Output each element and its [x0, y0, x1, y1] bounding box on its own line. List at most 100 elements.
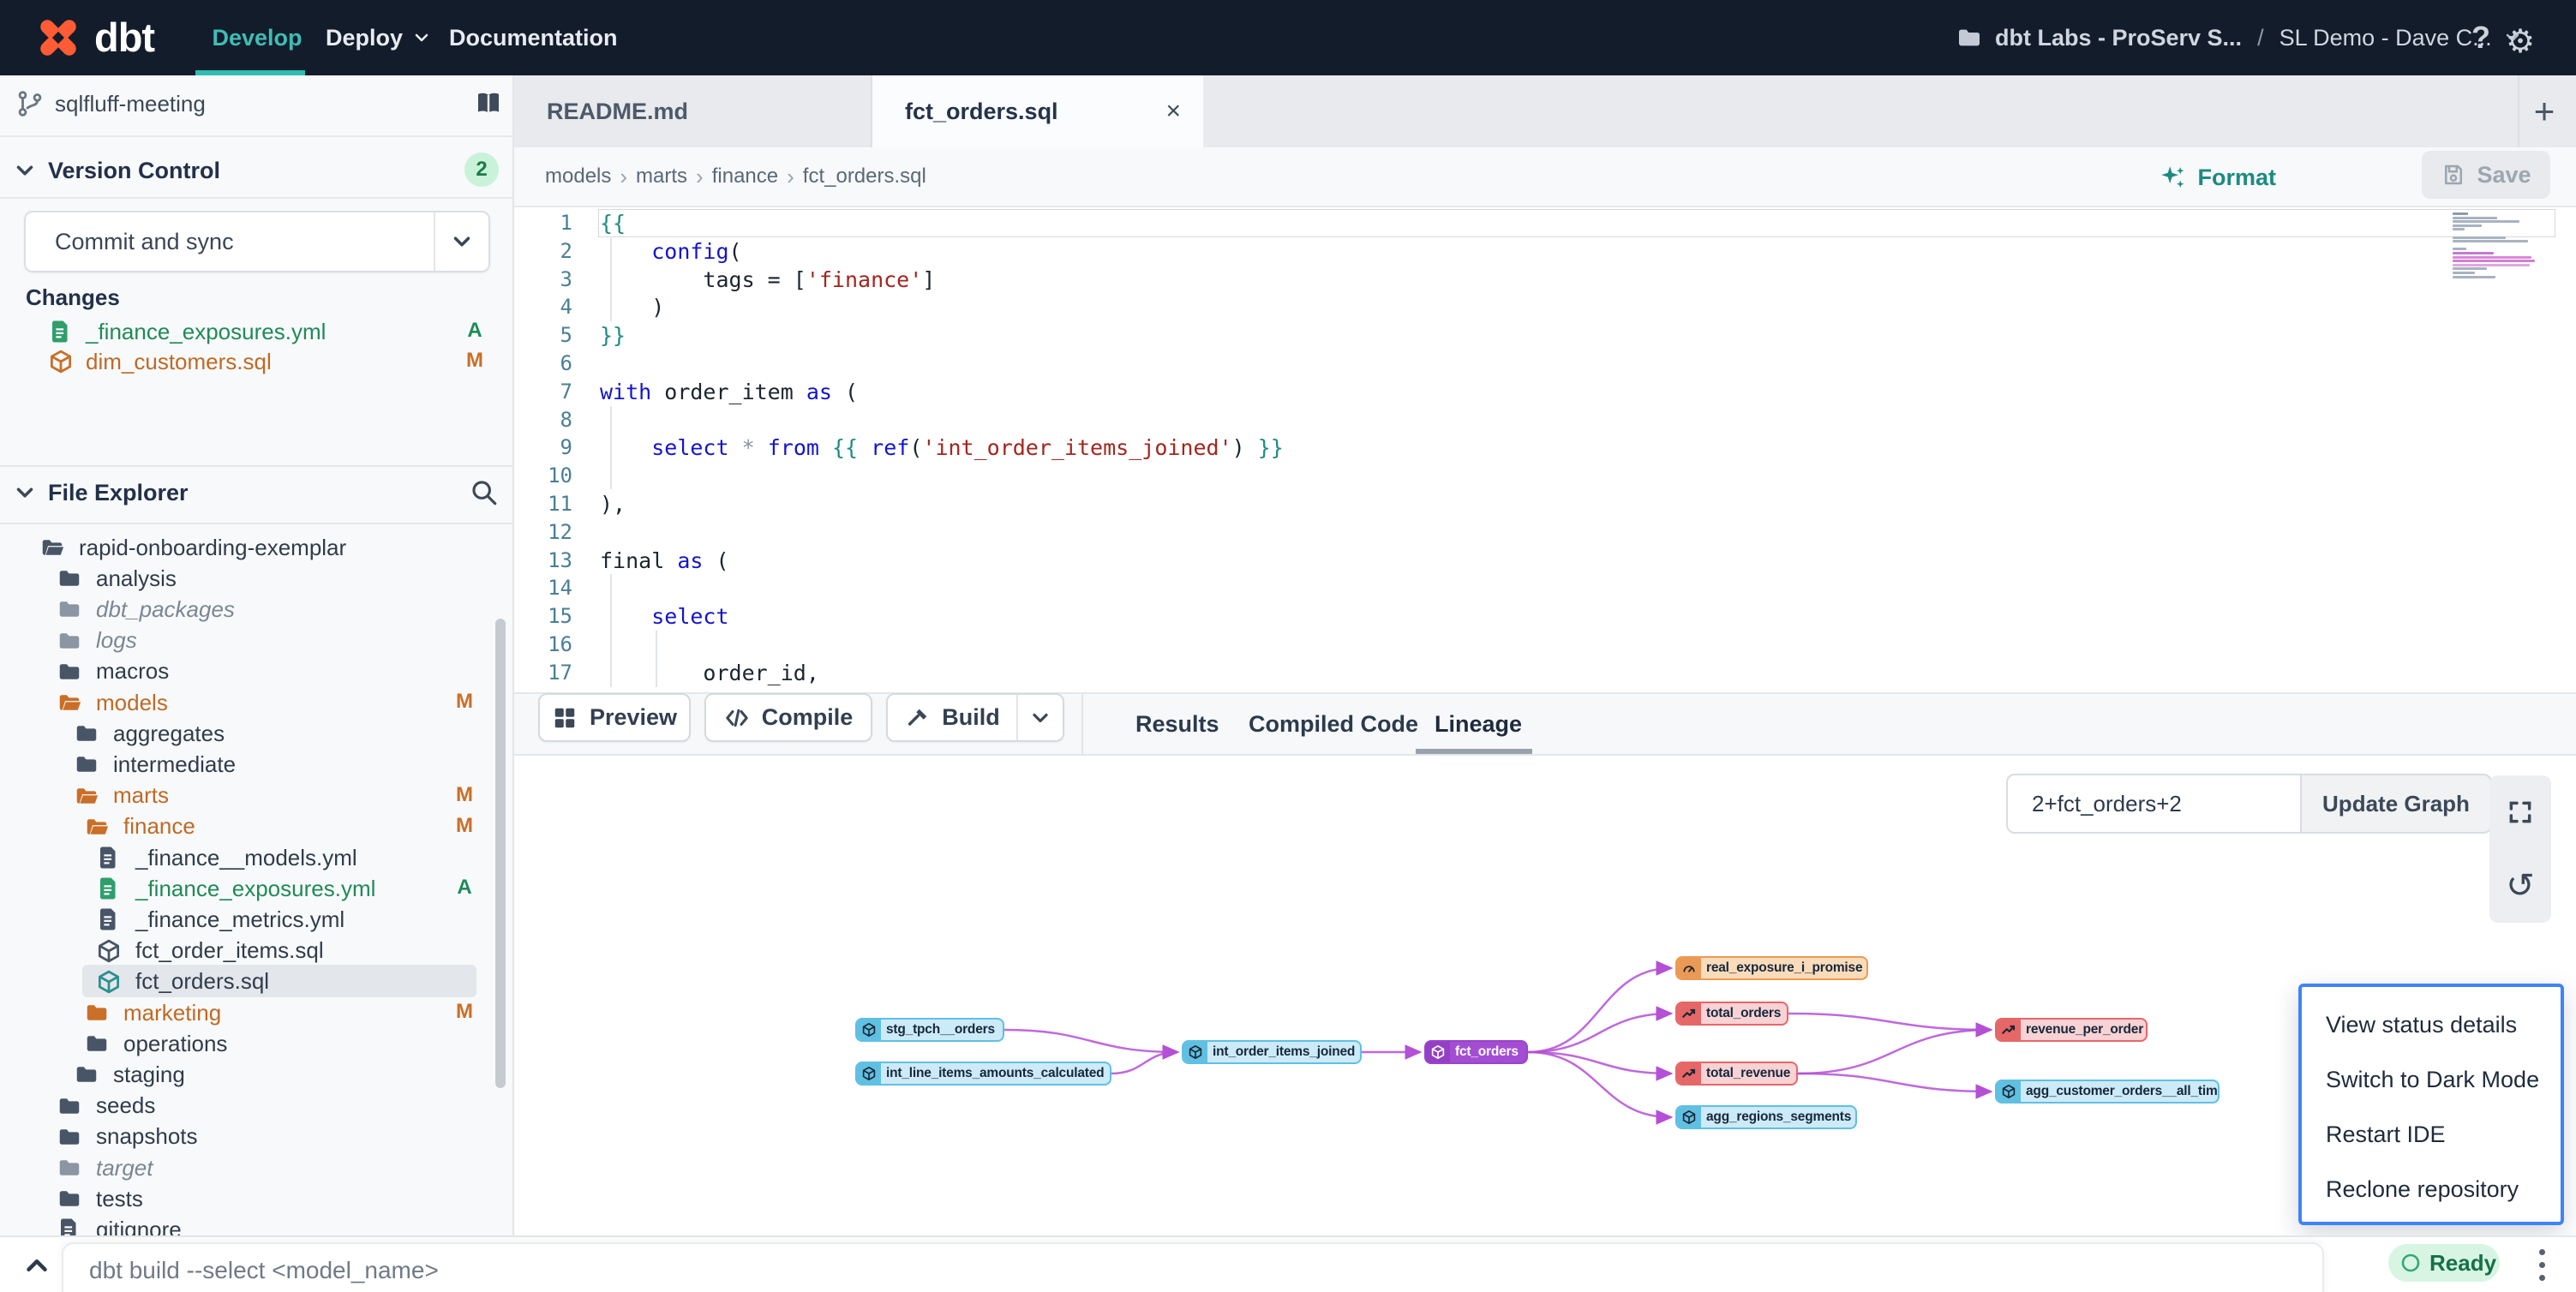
tree-item-models[interactable]: models: [57, 687, 168, 718]
branch-name[interactable]: sqlfluff-meeting: [55, 91, 206, 117]
lineage-node-agg_regions_segments[interactable]: agg_regions_segments: [1675, 1105, 1857, 1129]
tree-item-fct-order-items-sql[interactable]: fct_order_items.sql: [96, 936, 324, 966]
search-icon[interactable]: [470, 478, 499, 507]
gear-icon[interactable]: ⚙: [2506, 22, 2535, 61]
compile-label: Compile: [762, 704, 854, 731]
code-editor[interactable]: 1234567891011121314151617 {{ config( tag…: [514, 207, 2576, 694]
tree-item-marketing[interactable]: marketing: [84, 997, 221, 1028]
menu-item-switch-to-dark-mode[interactable]: Switch to Dark Mode: [2302, 1052, 2561, 1107]
save-button[interactable]: Save: [2422, 151, 2550, 199]
tree-item-fct-orders-sql[interactable]: fct_orders.sql: [96, 966, 269, 997]
tab-fct-orders[interactable]: fct_orders.sql ×: [872, 75, 1203, 147]
breadcrumb-item[interactable]: fct_orders.sql: [803, 164, 926, 188]
tree-item-analysis[interactable]: analysis: [57, 563, 177, 594]
new-tab-button[interactable]: +: [2518, 75, 2569, 147]
minimap[interactable]: [2453, 212, 2552, 281]
lineage-node-revenue_per_order[interactable]: revenue_per_order: [1995, 1018, 2148, 1042]
git-status-badge: M: [447, 814, 482, 838]
preview-button[interactable]: Preview: [538, 693, 691, 742]
menu-item-restart-ide[interactable]: Restart IDE: [2302, 1107, 2561, 1162]
tab-results[interactable]: Results: [1135, 694, 1219, 754]
tree-item-gitignore[interactable]: gitignore: [57, 1214, 182, 1235]
tree-item-snapshots[interactable]: snapshots: [57, 1122, 198, 1152]
lineage-node-stg_tpch__orders[interactable]: stg_tpch__orders: [855, 1018, 1004, 1042]
minimap-line: [2453, 276, 2495, 278]
tree-item-dbt-packages[interactable]: dbt_packages: [57, 594, 235, 625]
tree-item-staging[interactable]: staging: [74, 1059, 185, 1090]
tree-item-label: target: [96, 1155, 153, 1181]
lineage-node-total_revenue[interactable]: total_revenue: [1675, 1062, 1798, 1086]
lineage-node-total_orders[interactable]: total_orders: [1675, 1002, 1788, 1026]
update-graph-button[interactable]: Update Graph: [2302, 774, 2492, 834]
tree-item-operations[interactable]: operations: [84, 1028, 227, 1059]
command-input-box[interactable]: [62, 1242, 2324, 1292]
breadcrumb-item[interactable]: marts: [636, 164, 687, 188]
tab-lineage[interactable]: Lineage: [1435, 694, 1522, 754]
dbt-logo-icon[interactable]: [31, 10, 86, 65]
lineage-selector-input[interactable]: 2+fct_orders+2: [2006, 774, 2302, 834]
lineage-node-real_exposure_i_promise[interactable]: real_exposure_i_promise: [1675, 956, 1868, 980]
nav-documentation[interactable]: Documentation: [449, 0, 618, 75]
format-button[interactable]: Format: [2158, 153, 2276, 202]
tree-item-tests[interactable]: tests: [57, 1183, 143, 1214]
commit-options-chevron[interactable]: [434, 212, 488, 271]
lineage-node-int_order_items_joined[interactable]: int_order_items_joined: [1182, 1040, 1362, 1064]
ready-circle-icon: [2400, 1253, 2421, 1273]
chevron-right-icon: ›: [787, 164, 794, 190]
tree-item--finance-exposures-yml[interactable]: _finance_exposures.yml: [96, 873, 375, 904]
tree-item-intermediate[interactable]: intermediate: [74, 749, 236, 780]
file-doc-icon: [96, 906, 122, 932]
tree-item-finance[interactable]: finance: [84, 811, 195, 842]
build-button[interactable]: Build: [886, 693, 1064, 742]
dbt-wordmark[interactable]: dbt: [94, 14, 154, 61]
menu-item-reclone-repository[interactable]: Reclone repository: [2302, 1162, 2561, 1217]
tab-readme[interactable]: README.md: [514, 75, 872, 147]
compile-button[interactable]: Compile: [704, 693, 872, 742]
changed-file-row[interactable]: dim_customers.sql: [48, 347, 272, 376]
tree-item-marts[interactable]: marts: [74, 781, 169, 811]
status-badge[interactable]: Ready: [2388, 1244, 2500, 1282]
command-input[interactable]: [87, 1251, 2148, 1290]
chevron-down-icon[interactable]: [12, 158, 38, 183]
tree-item-label: fct_orders.sql: [135, 968, 269, 995]
close-icon[interactable]: ×: [1165, 75, 1181, 147]
help-button[interactable]: ?: [2471, 0, 2490, 75]
account-project-switcher[interactable]: dbt Labs - ProServ S... / SL Demo - Dave…: [1956, 0, 2523, 75]
lineage-node-int_line_items_amounts_calculated[interactable]: int_line_items_amounts_calculated: [855, 1062, 1111, 1086]
changed-file-row[interactable]: _finance_exposures.yml: [48, 317, 326, 346]
tree-item--finance-models-yml[interactable]: _finance__models.yml: [96, 842, 357, 873]
fullscreen-button[interactable]: [2489, 775, 2551, 849]
tree-item-rapid-onboarding-exemplar[interactable]: rapid-onboarding-exemplar: [39, 532, 346, 563]
lineage-node-fct_orders[interactable]: fct_orders: [1424, 1040, 1528, 1064]
tab-compiled-code[interactable]: Compiled Code: [1249, 694, 1418, 754]
breadcrumb-bar: models›marts›finance›fct_orders.sql Form…: [514, 147, 2576, 207]
tree-item-logs[interactable]: logs: [57, 625, 137, 656]
docs-book-icon[interactable]: [473, 87, 504, 118]
chevron-up-icon[interactable]: [21, 1249, 53, 1282]
tree-item-target[interactable]: target: [57, 1152, 153, 1183]
sidebar-scrollbar[interactable]: [495, 619, 506, 1088]
nav-develop[interactable]: Develop: [206, 0, 309, 75]
ide-status-menu: View status detailsSwitch to Dark ModeRe…: [2298, 984, 2564, 1225]
lineage-node-agg_customer_orders__all_time[interactable]: agg_customer_orders__all_time: [1995, 1080, 2220, 1104]
tree-item-aggregates[interactable]: aggregates: [74, 718, 225, 749]
tree-item-macros[interactable]: macros: [57, 656, 169, 687]
build-options-chevron[interactable]: [1016, 695, 1063, 740]
reset-view-button[interactable]: ↺: [2489, 849, 2551, 923]
commit-and-sync-button[interactable]: Commit and sync: [24, 211, 490, 272]
code-icon: [724, 705, 750, 731]
metric-trend-icon: [1677, 1062, 1701, 1086]
tree-item--finance-metrics-yml[interactable]: _finance_metrics.yml: [96, 904, 344, 935]
menu-item-view-status-details[interactable]: View status details: [2302, 997, 2561, 1052]
breadcrumb-item[interactable]: finance: [712, 164, 778, 188]
kebab-menu-icon[interactable]: [2525, 1246, 2559, 1283]
top-nav: dbt Develop Deploy Documentation dbt Lab…: [0, 0, 2576, 75]
nav-deploy[interactable]: Deploy: [326, 0, 432, 75]
breadcrumb-item[interactable]: models: [545, 164, 611, 188]
tree-item-seeds[interactable]: seeds: [57, 1091, 155, 1122]
format-label: Format: [2197, 164, 2276, 191]
minimap-line: [2453, 267, 2487, 270]
folder-icon: [57, 596, 82, 622]
minimap-line: [2453, 217, 2497, 219]
chevron-down-icon[interactable]: [12, 480, 38, 505]
